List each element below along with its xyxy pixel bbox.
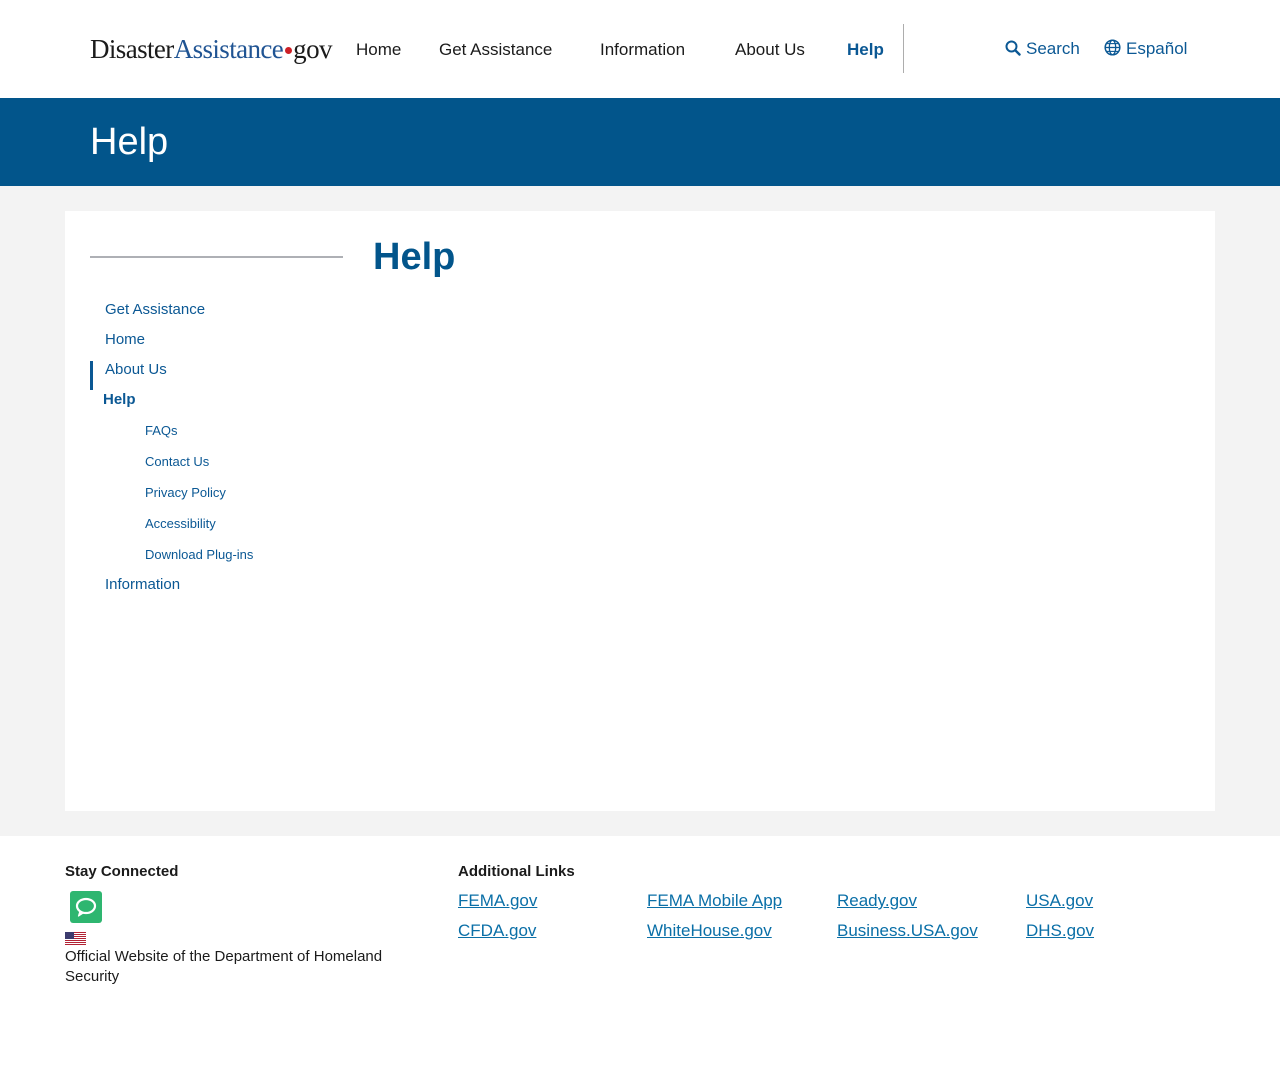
nav-get-assistance[interactable]: Get Assistance <box>439 38 552 62</box>
site-logo[interactable]: DisasterAssistance gov <box>90 34 332 64</box>
search-button[interactable]: Search <box>1005 37 1080 61</box>
us-flag-icon <box>65 932 86 945</box>
chat-bubble-icon <box>75 897 97 917</box>
sidebar-active-indicator <box>90 361 93 390</box>
footer-link-ready[interactable]: Ready.gov <box>837 890 917 912</box>
footer-link-whitehouse[interactable]: WhiteHouse.gov <box>647 920 772 942</box>
search-label: Search <box>1026 39 1080 58</box>
sidebar-subitem-contact-us[interactable]: Contact Us <box>145 453 209 471</box>
sidebar-subitem-faqs[interactable]: FAQs <box>145 422 178 440</box>
sidebar-item-get-assistance[interactable]: Get Assistance <box>105 300 205 320</box>
logo-text-gov: gov <box>293 34 332 64</box>
nav-about-us[interactable]: About Us <box>735 38 805 62</box>
footer-link-fema-mobile-app[interactable]: FEMA Mobile App <box>647 890 782 912</box>
nav-information[interactable]: Information <box>600 38 685 62</box>
site-footer: Stay Connected Official Website of the D… <box>0 836 1280 1066</box>
footer-link-business-usa[interactable]: Business.USA.gov <box>837 920 978 942</box>
content-area: Get Assistance Home About Us Help FAQs C… <box>0 186 1280 836</box>
banner-title: Help <box>90 121 169 163</box>
additional-links-heading: Additional Links <box>458 863 575 880</box>
sidebar-subitem-privacy-policy[interactable]: Privacy Policy <box>145 484 226 502</box>
chat-icon[interactable] <box>70 891 102 923</box>
language-toggle[interactable]: Español <box>1104 37 1187 61</box>
search-icon <box>1005 40 1021 56</box>
sidebar-divider <box>90 256 343 258</box>
site-header: DisasterAssistance gov Home Get Assistanc… <box>0 0 1280 98</box>
sidebar-subitem-accessibility[interactable]: Accessibility <box>145 515 216 533</box>
sidebar-item-home[interactable]: Home <box>105 330 145 350</box>
content-card: Get Assistance Home About Us Help FAQs C… <box>65 211 1215 811</box>
footer-link-usa[interactable]: USA.gov <box>1026 890 1093 912</box>
footer-link-dhs[interactable]: DHS.gov <box>1026 920 1094 942</box>
sidebar-item-about-us[interactable]: About Us <box>105 360 167 380</box>
logo-dot-icon <box>285 46 293 54</box>
footer-link-cfda[interactable]: CFDA.gov <box>458 920 536 942</box>
official-website-text: Official Website of the Department of Ho… <box>65 948 383 985</box>
language-label: Español <box>1126 39 1188 58</box>
sidebar-subitem-download-plugins[interactable]: Download Plug-ins <box>145 546 253 564</box>
logo-text-assistance: Assistance <box>173 34 284 64</box>
page-banner: Help <box>0 98 1280 186</box>
stay-connected-heading: Stay Connected <box>65 863 179 880</box>
sidebar-item-help[interactable]: Help <box>103 390 136 410</box>
logo-text-disaster: Disaster <box>90 34 174 64</box>
nav-help[interactable]: Help <box>847 38 884 62</box>
footer-link-fema[interactable]: FEMA.gov <box>458 890 537 912</box>
page-title: Help <box>373 236 456 278</box>
nav-home[interactable]: Home <box>356 38 401 62</box>
globe-icon <box>1104 39 1121 56</box>
sidebar-item-information[interactable]: Information <box>105 575 180 595</box>
nav-divider <box>903 24 904 73</box>
